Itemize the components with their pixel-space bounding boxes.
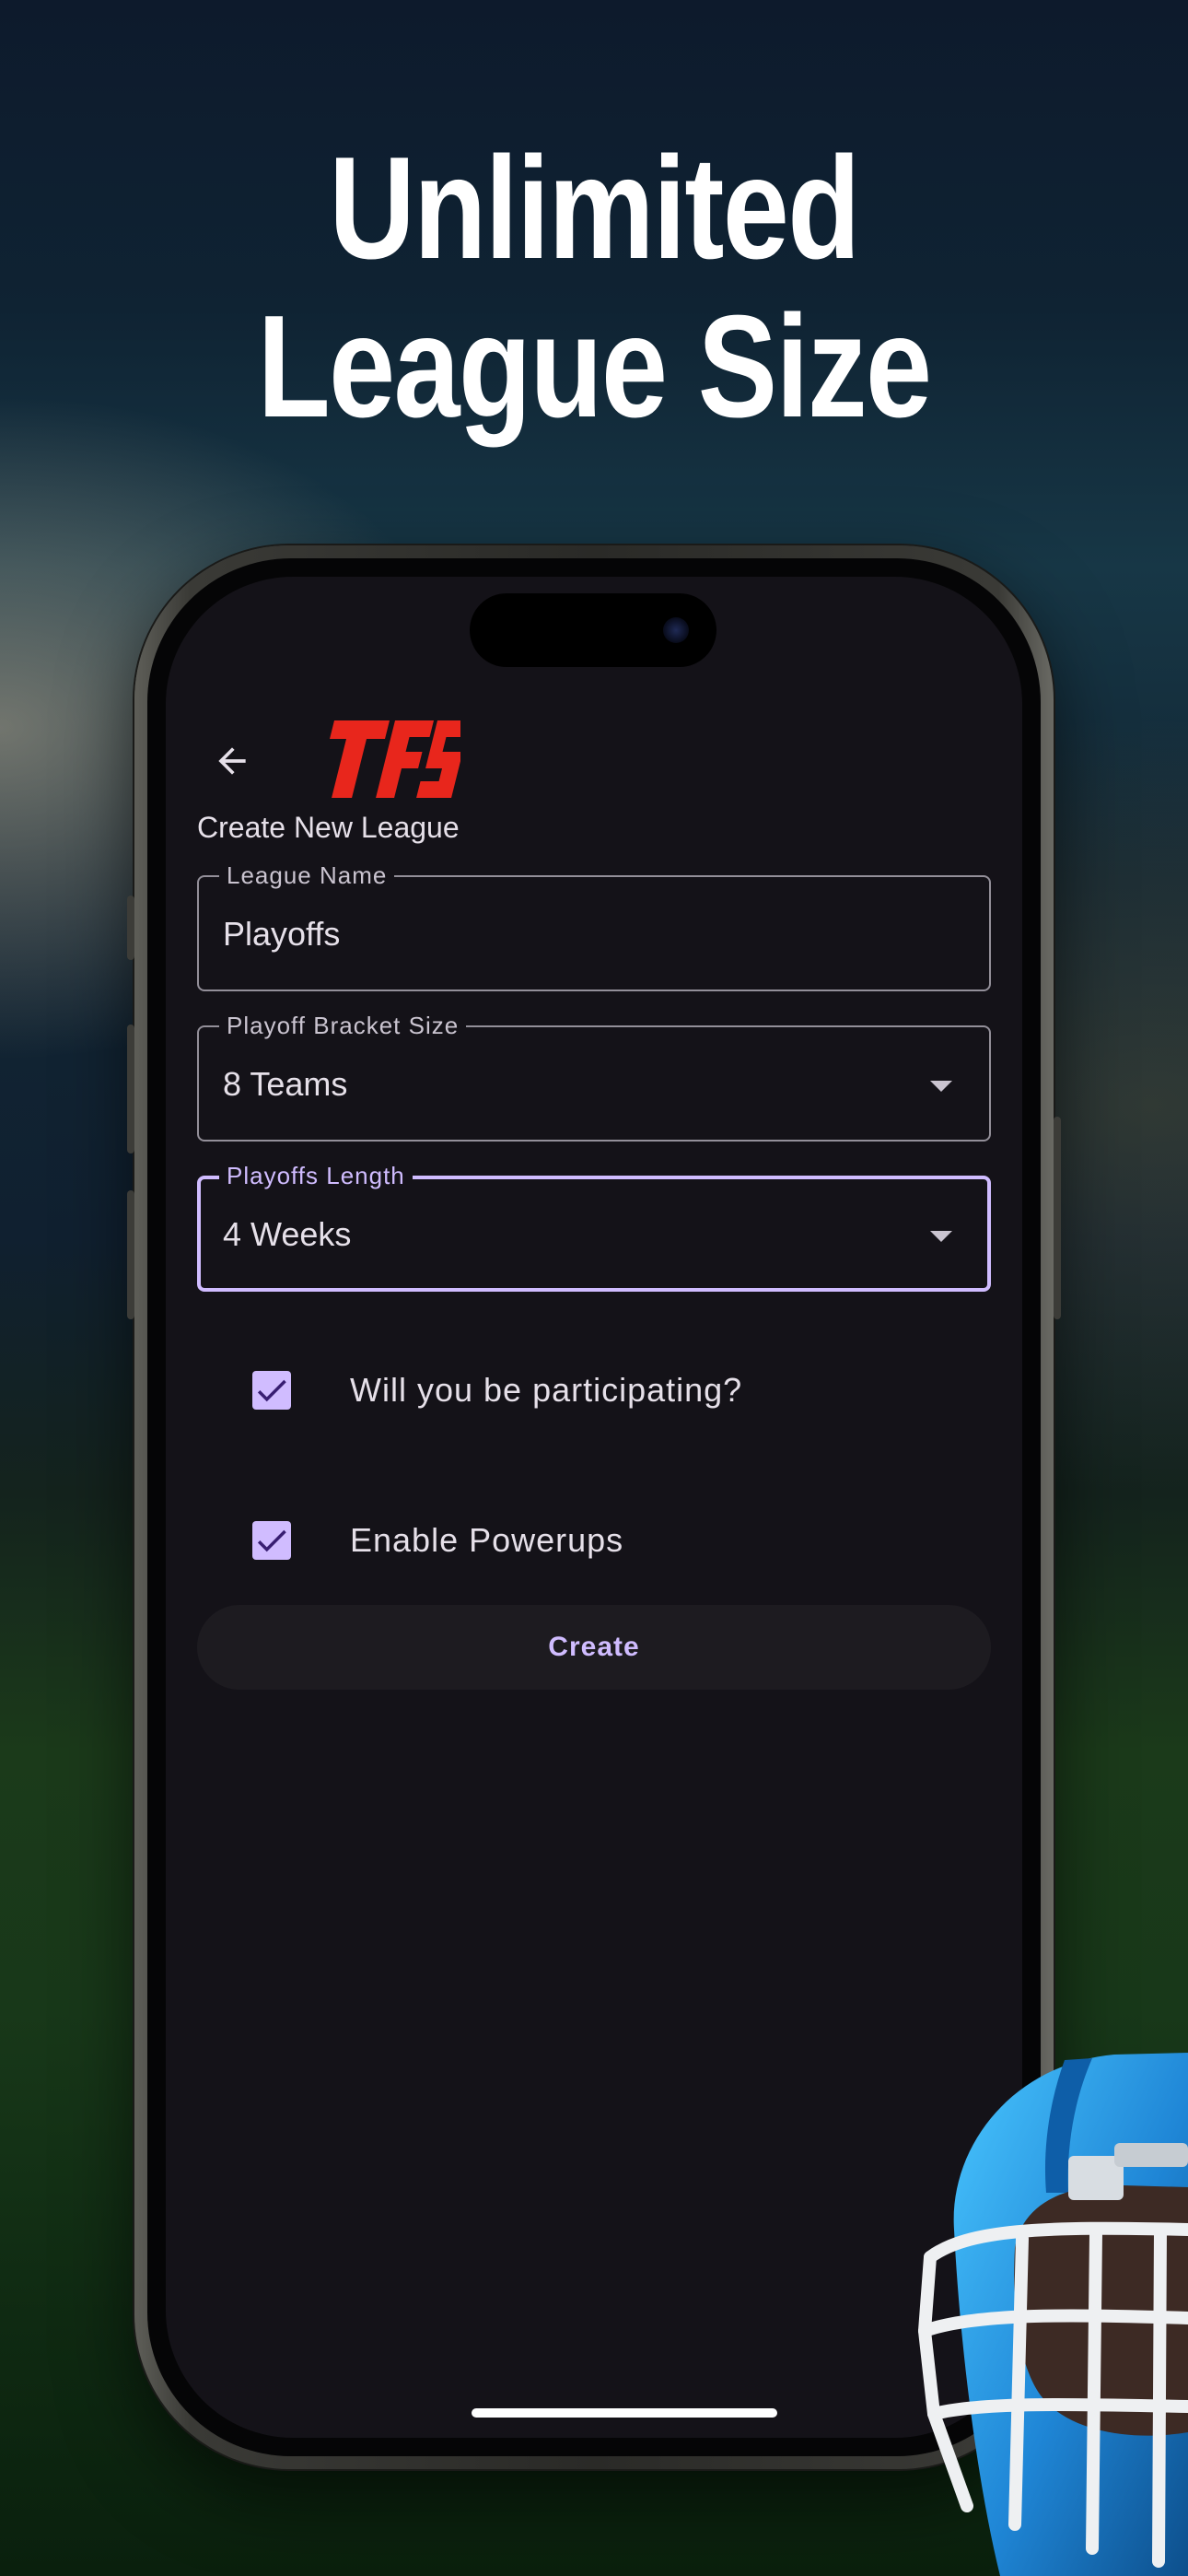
football-helmet-image [917,2053,1188,2576]
bracket-size-label: Playoff Bracket Size [219,1012,467,1039]
participating-checkbox[interactable] [252,1371,291,1410]
phone-screen: Create New League League Name Playoffs P… [166,577,1022,2438]
volume-up-button [127,1025,134,1153]
powerups-checkbox[interactable] [252,1521,291,1560]
checkmark-icon [257,1529,286,1552]
power-button [1054,1117,1061,1319]
bracket-size-value: 8 Teams [223,1065,348,1103]
create-button[interactable]: Create [197,1605,991,1690]
back-button[interactable] [199,728,265,794]
arrow-left-icon [218,747,246,775]
tfs-logo [330,720,460,798]
playoffs-length-value: 4 Weeks [223,1215,352,1253]
headline-line-2: League Size [257,286,932,448]
league-name-label: League Name [219,861,395,889]
headline-line-1: Unlimited [329,127,860,289]
home-indicator [472,2408,777,2418]
powerups-label: Enable Powerups [350,1521,624,1559]
league-name-value: Playoffs [223,915,341,953]
checkmark-icon [257,1379,286,1402]
action-button [127,896,134,960]
playoffs-length-dropdown[interactable]: Playoffs Length 4 Weeks [197,1162,991,1292]
volume-down-button [127,1190,134,1319]
headline: Unlimited League Size [107,129,1081,446]
powerups-checkbox-row[interactable]: Enable Powerups [197,1490,991,1591]
dynamic-island [470,593,716,667]
league-name-field[interactable]: League Name Playoffs [197,861,991,991]
screen-title: Create New League [197,811,460,844]
bracket-size-dropdown[interactable]: Playoff Bracket Size 8 Teams [197,1012,991,1142]
dropdown-arrow-icon [930,1231,952,1242]
participating-checkbox-row[interactable]: Will you be participating? [197,1340,991,1441]
participating-label: Will you be participating? [350,1371,743,1409]
front-camera-icon [663,617,689,643]
playoffs-length-label: Playoffs Length [219,1162,413,1189]
dropdown-arrow-icon [930,1081,952,1092]
